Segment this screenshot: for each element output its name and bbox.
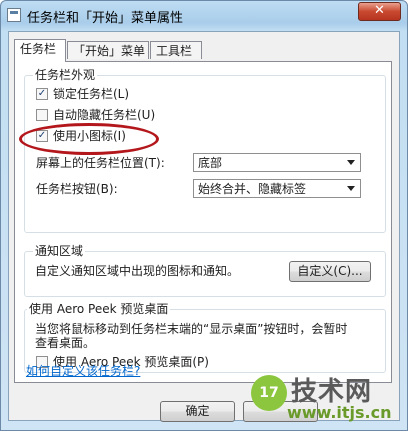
- group-title-notification: 通知区域: [33, 244, 86, 258]
- aero-peek-description-line2: 查看桌面。: [35, 336, 96, 350]
- notification-area-group: 通知区域 自定义通知区域中出现的图标和通知。 自定义(C)...: [24, 244, 386, 297]
- lock-taskbar-checkbox[interactable]: ✓: [36, 88, 48, 100]
- properties-window: 任务栏和「开始」菜单属性 ✕ 任务栏 「开始」菜单 工具栏 任务栏外观 ✓ 锁定…: [0, 0, 408, 431]
- close-button[interactable]: ✕: [358, 2, 401, 21]
- site-watermark: 17 技术网 www.itjs.cn: [251, 369, 401, 427]
- small-icons-label[interactable]: 使用小图标(I): [53, 129, 126, 143]
- group-title-appearance: 任务栏外观: [33, 68, 98, 82]
- small-icons-checkbox[interactable]: ✓: [36, 130, 48, 142]
- aero-peek-description-line1: 当您将鼠标移动到任务栏末端的“显示桌面”按钮时，会暂时: [35, 322, 348, 336]
- checkmark-icon: ✓: [37, 88, 47, 99]
- tab-taskbar[interactable]: 任务栏: [14, 39, 66, 62]
- notification-description: 自定义通知区域中出现的图标和通知。: [35, 264, 240, 278]
- taskbar-buttons-label: 任务栏按钮(B):: [36, 182, 118, 196]
- taskbar-location-label: 屏幕上的任务栏位置(T):: [36, 156, 165, 170]
- group-title-aero-peek: 使用 Aero Peek 预览桌面: [27, 302, 171, 316]
- checkmark-icon: ✓: [37, 130, 47, 141]
- chevron-down-icon: [347, 186, 355, 191]
- tab-start-menu[interactable]: 「开始」菜单: [67, 41, 149, 59]
- close-icon: ✕: [374, 3, 385, 18]
- auto-hide-label[interactable]: 自动隐藏任务栏(U): [53, 108, 155, 122]
- chevron-down-icon: [347, 160, 355, 165]
- taskbar-app-icon: [7, 8, 21, 22]
- lock-taskbar-label[interactable]: 锁定任务栏(L): [53, 87, 129, 101]
- watermark-logo: 17: [251, 375, 287, 411]
- taskbar-buttons-select[interactable]: 始终合并、隐藏标签: [193, 179, 361, 198]
- taskbar-location-value: 底部: [198, 156, 223, 170]
- title-bar[interactable]: 任务栏和「开始」菜单属性 ✕: [1, 1, 407, 29]
- tab-toolbars[interactable]: 工具栏: [150, 41, 202, 59]
- customize-notifications-button[interactable]: 自定义(C)...: [289, 261, 371, 282]
- dialog-client-area: 任务栏 「开始」菜单 工具栏 任务栏外观 ✓ 锁定任务栏(L) 自动隐藏任务栏(…: [8, 31, 400, 422]
- customize-taskbar-help-link[interactable]: 如何自定义该任务栏?: [26, 362, 140, 379]
- ok-button[interactable]: 确定: [160, 401, 235, 422]
- auto-hide-checkbox[interactable]: [36, 109, 48, 121]
- taskbar-buttons-value: 始终合并、隐藏标签: [198, 182, 307, 196]
- watermark-url: www.itjs.cn: [287, 403, 392, 422]
- window-title: 任务栏和「开始」菜单属性: [27, 11, 184, 26]
- taskbar-tab-panel: 任务栏外观 ✓ 锁定任务栏(L) 自动隐藏任务栏(U) ✓ 使用小图标(I) 屏…: [14, 61, 392, 383]
- taskbar-location-select[interactable]: 底部: [193, 153, 361, 172]
- taskbar-appearance-group: 任务栏外观 ✓ 锁定任务栏(L) 自动隐藏任务栏(U) ✓ 使用小图标(I) 屏…: [24, 68, 386, 233]
